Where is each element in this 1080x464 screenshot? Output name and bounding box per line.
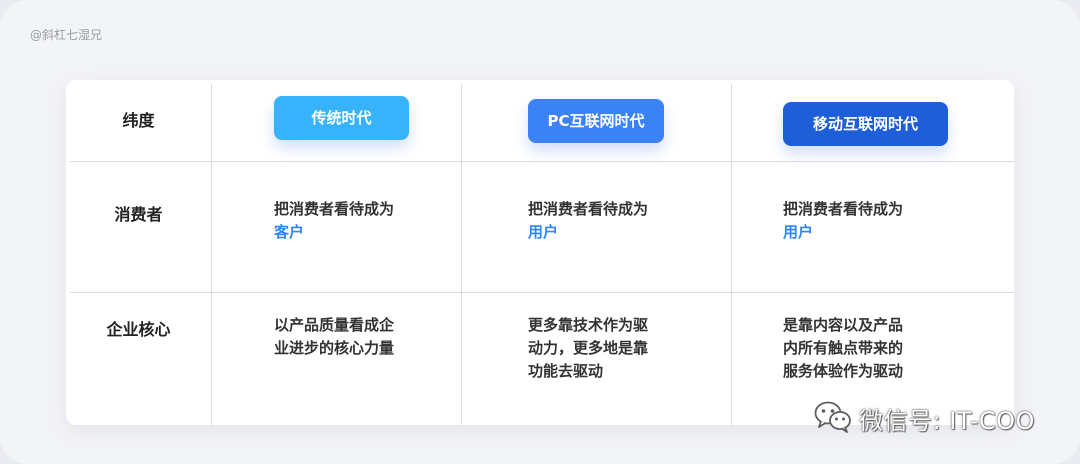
wechat-icon [813,399,853,437]
cell-text: 更多靠技术作为驱 [528,316,649,334]
cell-text: 内所有触点带来的 [783,339,904,357]
cell-core-traditional: 以产品质量看成企 业进步的核心力量 [274,314,394,360]
cell-core-mobile-internet: 是靠内容以及产品 内所有触点带来的 服务体验作为驱动 [783,314,903,383]
row-label-enterprise-core: 企业核心 [106,320,171,339]
cell-text: 服务体验作为驱动 [783,362,904,380]
highlight-term: 客户 [274,223,305,241]
row-label-consumer: 消费者 [114,205,163,224]
era-pill-mobile-internet: 移动互联网时代 [783,102,948,146]
cell-text: 动力，更多地是靠 [528,339,649,357]
cell-text: 功能去驱动 [528,362,604,380]
highlight-term: 用户 [528,223,559,241]
cell-consumer-mobile-internet: 把消费者看待成为 用户 [783,198,903,244]
cell-text: 把消费者看待成为 [528,200,649,218]
highlight-term: 用户 [783,223,814,241]
column-divider [731,84,732,425]
era-pill-traditional: 传统时代 [274,96,409,140]
cell-text: 是靠内容以及产品 [783,316,904,334]
wechat-watermark: 微信号: IT-COO [813,398,1035,438]
cell-consumer-traditional: 把消费者看待成为 客户 [274,198,394,244]
cell-text: 业进步的核心力量 [274,339,395,357]
cell-text: 以产品质量看成企 [274,316,395,334]
cell-consumer-pc-internet: 把消费者看待成为 用户 [528,198,648,244]
watermark-text: 微信号: IT-COO [859,406,1035,435]
column-divider [211,84,212,425]
author-credit: @斜杠七湿兄 [30,28,103,42]
era-pill-pc-internet: PC互联网时代 [528,99,664,143]
cell-text: 把消费者看待成为 [783,200,904,218]
page-frame: @斜杠七湿兄 纬度 传统时代 PC互联网时代 移动互联网时代 消费者 企业核心 … [0,0,1080,464]
cell-text: 把消费者看待成为 [274,200,395,218]
cell-core-pc-internet: 更多靠技术作为驱 动力，更多地是靠 功能去驱动 [528,314,648,383]
comparison-table: 纬度 传统时代 PC互联网时代 移动互联网时代 消费者 企业核心 把消费者看待成… [66,80,1014,425]
column-divider [461,84,462,425]
dimension-header: 纬度 [122,111,155,130]
